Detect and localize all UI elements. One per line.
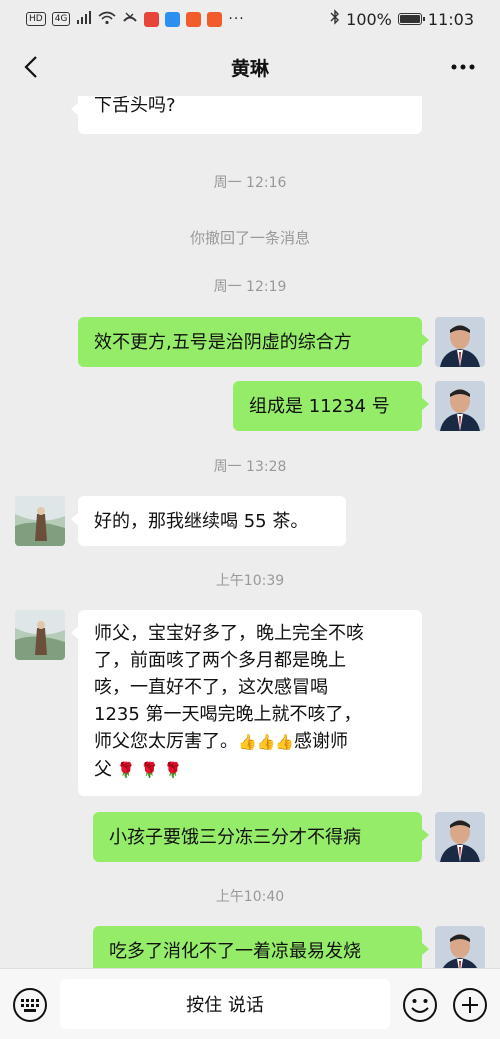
network-badge: 4G (51, 12, 71, 26)
avatar[interactable] (435, 381, 485, 431)
rose-icon: 🌹 🌹 🌹 (112, 761, 183, 779)
avatar[interactable] (435, 812, 485, 862)
keyboard-toggle-button[interactable] (12, 987, 48, 1023)
message-line: 1235 第一天喝完晚上就不咳了， (94, 704, 362, 725)
message-bubble-outgoing[interactable]: 小孩子要饿三分冻三分才不得病 (93, 812, 429, 862)
app-notification-icon (207, 11, 223, 27)
hold-to-talk-button[interactable]: 按住 说话 (60, 979, 390, 1029)
message-bubble-outgoing[interactable]: 组成是 11234 号 (233, 381, 429, 431)
emoji-icon (403, 988, 437, 1022)
status-bar: HD 4G ··· 100% 11:03 (0, 0, 500, 38)
more-button[interactable] (448, 54, 478, 80)
message-line: 了，前面咳了两个多月都是晚上 (94, 650, 346, 671)
message-line: 师父，宝宝好多了，晚上完全不咳 (94, 623, 364, 644)
message-text: 好的，那我继续喝 55 茶。 (94, 511, 309, 532)
chevron-left-icon (24, 56, 37, 78)
message-bubble-incoming[interactable]: 下舌头吗? (71, 96, 422, 134)
avatar[interactable] (435, 926, 485, 968)
message-line: 师父您太厉害了。👍👍👍感谢师 (94, 728, 406, 756)
message-text: 小孩子要饿三分冻三分才不得病 (109, 827, 361, 848)
message-text: 组成是 11234 号 (249, 396, 390, 417)
battery-percent: 100% (346, 9, 392, 29)
avatar[interactable] (435, 317, 485, 367)
message-text: 父 (94, 759, 112, 780)
keyboard-icon (13, 988, 47, 1022)
wifi-icon (98, 10, 116, 29)
chat-area[interactable]: 下舌头吗? 周一 12:16 你撤回了一条消息 周一 12:19 效不更方,五号… (0, 96, 500, 968)
chat-header: 黄琳 (0, 38, 500, 96)
message-text: 吃多了消化不了一着凉最易发烧 (109, 941, 361, 962)
message-bubble-incoming[interactable]: 好的，那我继续喝 55 茶。 (71, 496, 346, 546)
clock: 11:03 (427, 9, 474, 29)
bluetooth-icon (330, 9, 340, 29)
thumbs-up-icon: 👍👍👍 (238, 733, 295, 751)
timestamp: 上午10:39 (215, 573, 285, 589)
emoji-button[interactable] (402, 987, 438, 1023)
status-right: 100% 11:03 (330, 9, 474, 29)
message-text: 师父您太厉害了。 (94, 731, 238, 752)
avatar[interactable] (15, 496, 65, 546)
timestamp: 周一 13:28 (213, 459, 287, 475)
message-text: 下舌头吗? (94, 96, 176, 116)
signal-icon (76, 10, 92, 29)
message-text: 感谢师 (294, 731, 349, 752)
avatar[interactable] (15, 610, 65, 660)
message-line: 父 🌹 🌹 🌹 (94, 756, 406, 784)
app-notification-icon (144, 11, 160, 27)
app-notification-icon (186, 11, 202, 27)
battery-icon (397, 13, 425, 25)
plus-circle-icon (453, 988, 487, 1022)
timestamp: 周一 12:19 (213, 279, 287, 295)
more-actions-button[interactable] (452, 987, 488, 1023)
status-left: HD 4G ··· (26, 10, 245, 29)
message-text: 效不更方,五号是治阴虚的综合方 (94, 332, 352, 353)
message-bubble-outgoing[interactable]: 效不更方,五号是治阴虚的综合方 (78, 317, 429, 367)
hd-badge: HD (26, 12, 46, 26)
timestamp: 周一 12:16 (213, 175, 287, 191)
more-dots-icon (451, 64, 475, 70)
input-bar: 按住 说话 (0, 968, 500, 1039)
missed-call-icon (122, 10, 138, 29)
timestamp: 上午10:40 (215, 889, 285, 905)
back-button[interactable] (16, 50, 46, 84)
chat-title: 黄琳 (230, 57, 269, 80)
message-line: 咳，一直好不了，这次感冒喝 (94, 677, 328, 698)
system-message: 你撤回了一条消息 (189, 229, 310, 247)
message-bubble-outgoing[interactable]: 吃多了消化不了一着凉最易发烧 (93, 926, 429, 968)
message-bubble-incoming[interactable]: 师父，宝宝好多了，晚上完全不咳 了，前面咳了两个多月都是晚上 咳，一直好不了，这… (71, 610, 422, 796)
search-app-icon (165, 11, 181, 27)
more-notifications-icon: ··· (228, 11, 245, 27)
